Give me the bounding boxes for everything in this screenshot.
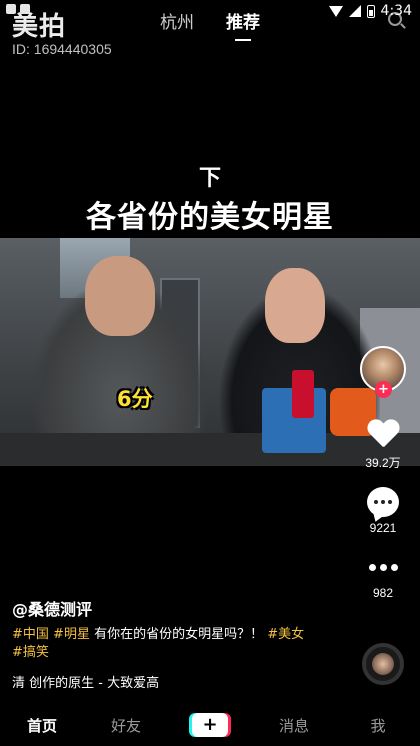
heart-icon[interactable] bbox=[367, 420, 399, 450]
bottom-nav: 首页 好友 + 消息 我 bbox=[0, 704, 420, 746]
comment-action[interactable]: 9221 bbox=[356, 487, 410, 535]
music-disc-icon[interactable] bbox=[362, 643, 404, 685]
share-action[interactable]: 982 bbox=[356, 552, 410, 600]
comment-count: 9221 bbox=[369, 521, 397, 535]
nav-friends[interactable]: 好友 bbox=[91, 715, 161, 736]
tab-recommended[interactable]: 推荐 bbox=[226, 8, 260, 33]
share-count: 982 bbox=[372, 586, 394, 600]
hashtag[interactable]: #美女 bbox=[267, 627, 304, 642]
post-description: #中国 #明星 有你在的省份的女明星吗？！ #美女 #搞笑 bbox=[12, 626, 342, 662]
video-score-label: 6分 bbox=[117, 387, 153, 411]
nav-home[interactable]: 首页 bbox=[7, 715, 77, 736]
top-tabs: 杭州 推荐 bbox=[0, 8, 420, 33]
comment-icon[interactable] bbox=[367, 487, 399, 517]
video-caption-main: 各省份的美女明星 bbox=[86, 200, 334, 235]
hashtag[interactable]: #搞笑 bbox=[12, 645, 49, 660]
follow-button[interactable]: + bbox=[375, 381, 392, 398]
like-action[interactable]: 39.2万 bbox=[356, 420, 410, 471]
share-icon[interactable] bbox=[356, 552, 410, 582]
post-text: 有你在的省份的女明星吗？！ bbox=[94, 627, 264, 642]
watermark-id: ID: 1694440305 bbox=[12, 41, 112, 57]
nav-me[interactable]: 我 bbox=[343, 715, 413, 736]
search-icon[interactable] bbox=[388, 12, 402, 26]
music-info[interactable]: 清 创作的原生 - 大致爱高 bbox=[12, 672, 159, 691]
video-person-left-head bbox=[85, 256, 155, 336]
nav-messages[interactable]: 消息 bbox=[259, 715, 329, 736]
tab-local[interactable]: 杭州 bbox=[160, 8, 194, 33]
music-title: 清 创作的原生 - 大致爱高 bbox=[12, 676, 160, 691]
hashtag[interactable]: #明星 bbox=[53, 627, 90, 642]
video-person-right-head bbox=[265, 268, 325, 343]
create-button[interactable]: + bbox=[192, 713, 228, 737]
nav-create-wrapper: + bbox=[175, 713, 245, 737]
author-name[interactable]: @桑德测评 bbox=[12, 596, 92, 620]
video-soda-can bbox=[292, 370, 314, 418]
video-caption-top: 下 bbox=[198, 166, 221, 191]
like-count: 39.2万 bbox=[365, 456, 401, 470]
hashtag[interactable]: #中国 bbox=[12, 627, 49, 642]
